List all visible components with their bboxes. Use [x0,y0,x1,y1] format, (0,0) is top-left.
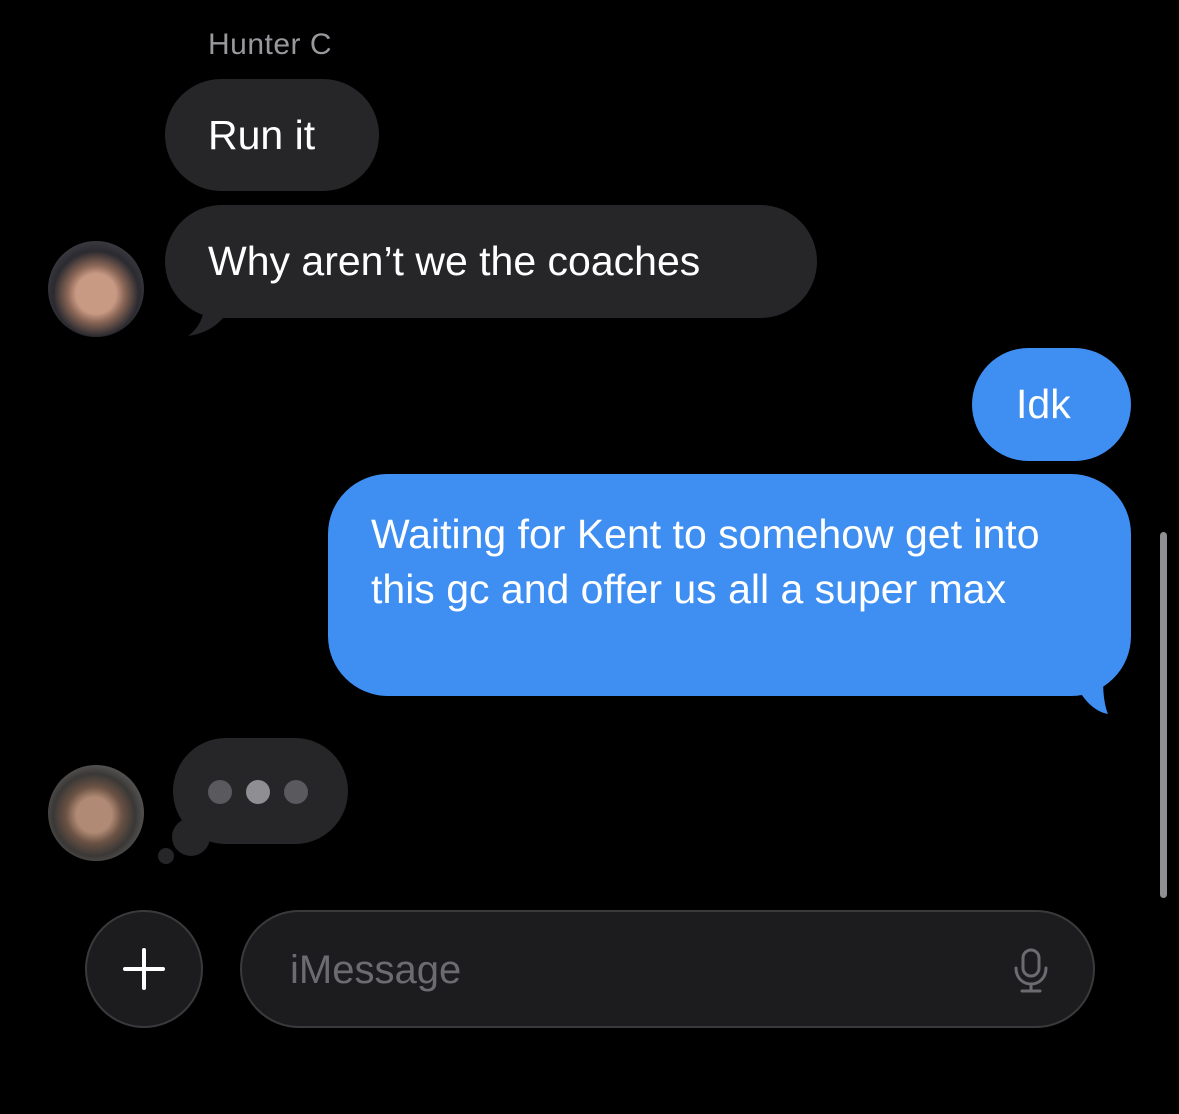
message-bubble[interactable]: Idk [972,348,1131,461]
message-bubble[interactable]: Run it [165,79,379,191]
avatar[interactable] [48,241,144,337]
message-text: Why aren’t we the coaches [208,238,701,284]
typing-dot [284,780,308,804]
scrollbar[interactable] [1160,532,1167,898]
message-input[interactable] [288,912,992,1028]
typing-dot [208,780,232,804]
avatar[interactable] [48,765,144,861]
microphone-icon[interactable] [1011,948,1051,994]
message-bubble[interactable]: Why aren’t we the coaches [165,205,817,318]
typing-dot [246,780,270,804]
message-text: Run it [208,111,316,158]
typing-bubble-tail [158,848,174,864]
bubble-tail [1080,670,1108,714]
plus-icon [123,948,165,990]
bubble-tail [188,296,234,336]
message-input-field[interactable] [240,910,1095,1028]
message-bubble[interactable]: Waiting for Kent to somehow get into thi… [328,474,1131,696]
message-text: Waiting for Kent to somehow get into thi… [371,511,1040,612]
typing-bubble-tail [172,818,210,856]
sender-name: Hunter C [208,28,333,61]
message-text: Idk [1016,381,1071,427]
add-button[interactable] [85,910,203,1028]
